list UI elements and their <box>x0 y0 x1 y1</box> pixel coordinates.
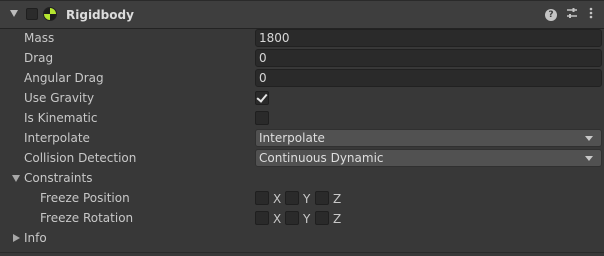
chevron-down-icon <box>585 156 593 161</box>
freeze-rotation-z-checkbox[interactable] <box>315 211 329 225</box>
constraints-foldout-icon[interactable] <box>12 175 20 182</box>
freeze-rotation-y-label: Y <box>303 212 311 226</box>
collision-detection-label: Collision Detection <box>24 151 137 165</box>
component-enable-toggle[interactable] <box>26 8 38 20</box>
interpolate-label: Interpolate <box>24 131 90 145</box>
angular-drag-label: Angular Drag <box>24 71 104 85</box>
collision-detection-value: Continuous Dynamic <box>259 151 384 165</box>
freeze-rotation-z-label: Z <box>333 212 342 226</box>
section-divider <box>0 252 604 253</box>
mass-label: Mass <box>24 31 55 45</box>
interpolate-value: Interpolate <box>259 131 325 145</box>
chevron-down-icon <box>585 136 593 141</box>
mass-field[interactable]: 1800 <box>255 29 602 47</box>
freeze-rotation-x-label: X <box>273 212 282 226</box>
context-menu-icon[interactable] <box>588 7 594 22</box>
collision-detection-dropdown[interactable]: Continuous Dynamic <box>255 149 602 167</box>
preset-icon[interactable] <box>566 7 578 22</box>
constraints-label[interactable]: Constraints <box>24 171 92 185</box>
freeze-position-z-checkbox[interactable] <box>315 191 329 205</box>
drag-label: Drag <box>24 51 54 65</box>
freeze-rotation-x-checkbox[interactable] <box>255 211 269 225</box>
freeze-position-z-label: Z <box>333 192 342 206</box>
freeze-position-label: Freeze Position <box>40 191 130 205</box>
freeze-position-y-label: Y <box>303 192 311 206</box>
interpolate-dropdown[interactable]: Interpolate <box>255 129 602 147</box>
is-kinematic-label: Is Kinematic <box>24 111 98 125</box>
foldout-expanded-icon[interactable] <box>10 10 18 17</box>
component-header[interactable]: Rigidbody ? <box>0 0 604 29</box>
freeze-position-x-checkbox[interactable] <box>255 191 269 205</box>
info-foldout-icon[interactable] <box>13 234 20 242</box>
is-kinematic-checkbox[interactable] <box>255 111 269 125</box>
component-title: Rigidbody <box>66 8 134 22</box>
freeze-position-y-checkbox[interactable] <box>285 191 299 205</box>
angular-drag-field[interactable]: 0 <box>255 69 602 87</box>
use-gravity-checkbox[interactable] <box>255 91 269 105</box>
use-gravity-label: Use Gravity <box>24 91 95 105</box>
freeze-position-x-label: X <box>273 192 282 206</box>
drag-field[interactable]: 0 <box>255 49 602 67</box>
checkmark-icon <box>256 91 268 103</box>
help-icon[interactable]: ? <box>545 9 557 21</box>
freeze-rotation-y-checkbox[interactable] <box>285 211 299 225</box>
rigidbody-icon <box>43 7 57 21</box>
info-label[interactable]: Info <box>24 231 47 245</box>
freeze-rotation-label: Freeze Rotation <box>40 211 134 225</box>
